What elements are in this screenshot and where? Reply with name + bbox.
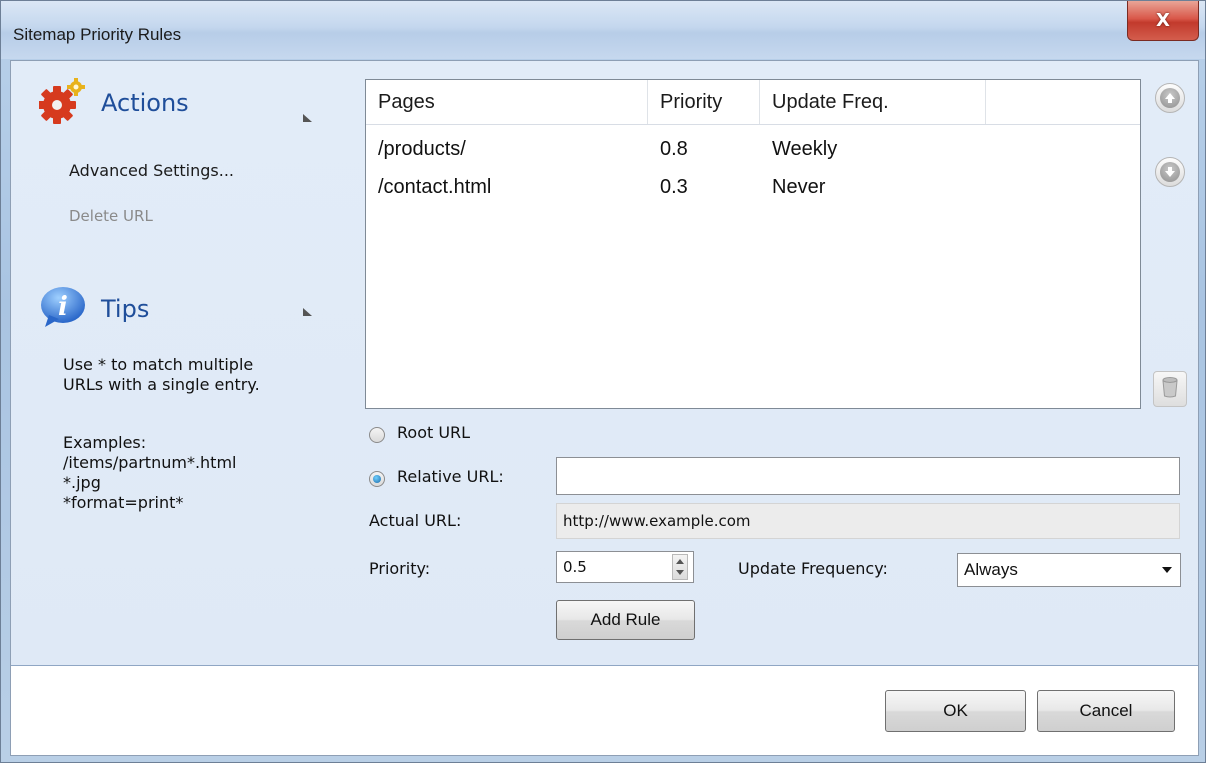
update-frequency-label: Update Frequency: — [738, 559, 888, 578]
sidebar: Actions Advanced Settings... Delete URL — [11, 61, 357, 665]
tips-section-header[interactable]: i Tips — [39, 285, 149, 333]
move-down-button[interactable] — [1155, 157, 1185, 187]
dialog-window: Sitemap Priority Rules X Actions Advance… — [0, 0, 1206, 763]
column-header-pages[interactable]: Pages — [366, 80, 648, 124]
add-rule-button[interactable]: Add Rule — [556, 600, 695, 640]
priority-value: 0.5 — [563, 558, 587, 576]
priority-cell: 0.8 — [660, 138, 688, 160]
priority-label: Priority: — [369, 559, 431, 578]
actual-url-label: Actual URL: — [369, 511, 462, 530]
rules-list[interactable]: Pages Priority Update Freq. /products/ 0… — [365, 79, 1141, 409]
root-url-radio[interactable] — [369, 427, 385, 443]
arrow-up-icon — [1160, 88, 1180, 108]
freq-cell: Weekly — [772, 138, 838, 160]
ok-label: OK — [943, 701, 968, 720]
content-panel: Actions Advanced Settings... Delete URL — [11, 61, 1198, 666]
ok-button[interactable]: OK — [885, 690, 1026, 732]
gears-icon — [38, 77, 87, 129]
collapse-arrow-icon[interactable] — [301, 113, 313, 123]
actions-title: Actions — [101, 89, 189, 117]
title-bar[interactable]: Sitemap Priority Rules X — [1, 1, 1205, 59]
tips-examples: Examples: /items/partnum*.html *.jpg *fo… — [63, 433, 237, 512]
tips-title: Tips — [101, 295, 150, 323]
window-title: Sitemap Priority Rules — [13, 25, 182, 44]
client-area: Actions Advanced Settings... Delete URL — [10, 60, 1199, 756]
priority-spinner[interactable] — [672, 554, 688, 580]
actions-section-header[interactable]: Actions — [38, 77, 189, 129]
page-cell: /contact.html — [378, 176, 492, 198]
spin-up-icon[interactable] — [676, 559, 684, 564]
update-frequency-value: Always — [964, 560, 1018, 579]
relative-url-radio[interactable] — [369, 471, 385, 487]
delete-rule-button[interactable] — [1153, 371, 1187, 407]
actual-url-field: http://www.example.com — [556, 503, 1180, 539]
cancel-button[interactable]: Cancel — [1037, 690, 1175, 732]
update-frequency-select[interactable]: Always — [957, 553, 1181, 587]
info-icon: i — [39, 285, 87, 333]
svg-text:i: i — [58, 292, 68, 322]
delete-url-link: Delete URL — [69, 207, 153, 225]
relative-url-input[interactable] — [556, 457, 1180, 495]
tips-description: Use * to match multiple URLs with a sing… — [63, 355, 260, 394]
arrow-down-icon — [1160, 162, 1180, 182]
page-cell: /products/ — [378, 138, 466, 160]
cancel-label: Cancel — [1079, 701, 1133, 720]
close-icon: X — [1156, 10, 1170, 31]
chevron-down-icon — [1162, 567, 1172, 573]
advanced-settings-link[interactable]: Advanced Settings... — [69, 161, 234, 180]
priority-cell: 0.3 — [660, 176, 688, 198]
add-rule-label: Add Rule — [590, 610, 661, 629]
trash-icon — [1161, 376, 1179, 402]
column-header-priority[interactable]: Priority — [648, 80, 760, 124]
freq-cell: Never — [772, 176, 826, 198]
table-row[interactable]: /contact.html 0.3 Never — [366, 176, 1140, 220]
root-url-label: Root URL — [397, 423, 471, 442]
column-header-update-freq[interactable]: Update Freq. — [760, 80, 986, 124]
list-header: Pages Priority Update Freq. — [366, 80, 1140, 125]
collapse-arrow-icon[interactable] — [301, 307, 313, 317]
close-button[interactable]: X — [1127, 1, 1199, 41]
move-up-button[interactable] — [1155, 83, 1185, 113]
spin-down-icon[interactable] — [676, 570, 684, 575]
relative-url-label: Relative URL: — [397, 467, 504, 486]
